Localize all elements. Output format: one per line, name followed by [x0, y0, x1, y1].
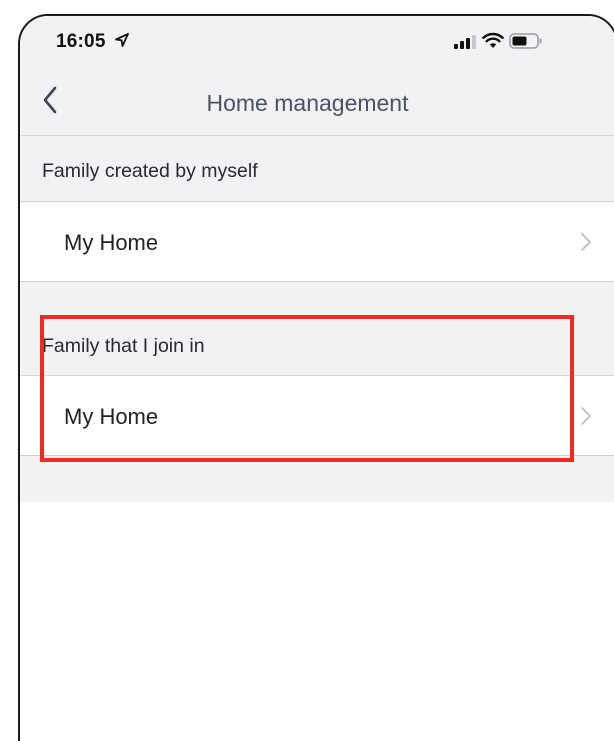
- list-item-label: My Home: [64, 404, 159, 429]
- section-gap: [20, 282, 614, 318]
- section-header-joined: Family that I join in: [20, 318, 614, 376]
- status-time: 16:05: [56, 31, 106, 52]
- wifi-icon: [482, 32, 504, 48]
- phone-frame: 16:05 Home management Family created by …: [18, 14, 614, 741]
- chevron-right-icon: [581, 233, 591, 251]
- screenshot-canvas: 16:05 Home management Family created by …: [0, 0, 614, 741]
- navigation-bar: Home management: [20, 62, 614, 136]
- status-bar: 16:05: [20, 16, 614, 62]
- signal-icon: [454, 35, 476, 49]
- location-arrow-icon: [115, 33, 129, 47]
- chevron-right-icon: [581, 407, 591, 425]
- battery-icon: [509, 33, 542, 49]
- page-title: Home management: [206, 90, 409, 116]
- list-item-my-home-created[interactable]: My Home: [20, 202, 614, 282]
- list-item-my-home-joined[interactable]: My Home: [20, 376, 614, 456]
- list-item-label: My Home: [64, 230, 159, 255]
- list-footer-gap: [20, 456, 614, 502]
- section-header-created-by-myself: Family created by myself: [20, 136, 614, 202]
